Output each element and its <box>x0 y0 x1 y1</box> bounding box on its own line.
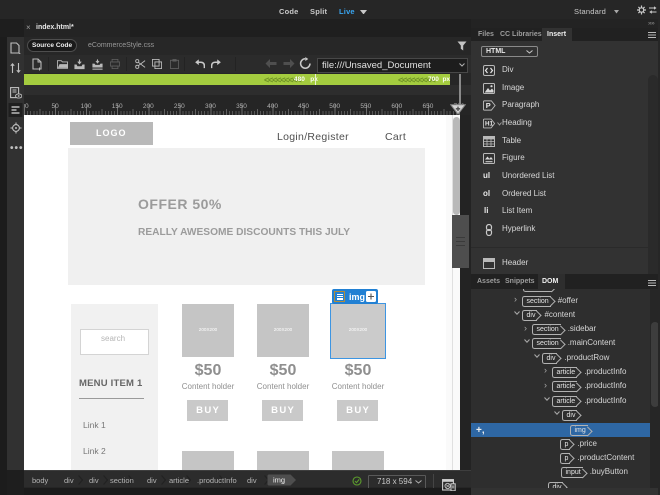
svg-text:img: img <box>273 476 285 485</box>
svg-text:H1: H1 <box>485 121 494 128</box>
svg-text:P: P <box>486 101 491 110</box>
